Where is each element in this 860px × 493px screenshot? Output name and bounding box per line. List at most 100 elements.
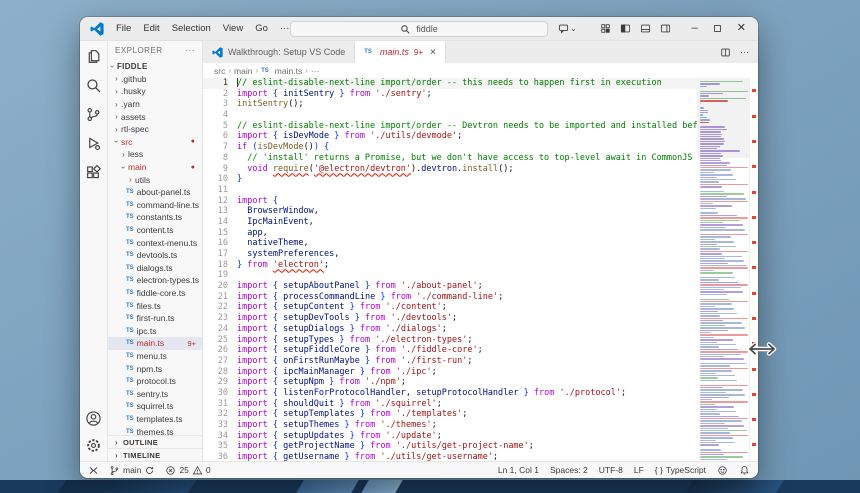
- tree-item[interactable]: ›less: [108, 148, 202, 161]
- breadcrumb-item[interactable]: ···: [311, 66, 320, 76]
- eol-status[interactable]: LF: [634, 465, 644, 475]
- menu-selection[interactable]: Selection: [166, 21, 217, 36]
- minimap-line: [700, 351, 748, 352]
- menu-edit[interactable]: Edit: [137, 21, 165, 36]
- tree-item[interactable]: TSdialogs.ts: [108, 262, 202, 275]
- outline-section[interactable]: › OUTLINE: [108, 435, 202, 448]
- tree-item-label: electron-types.ts: [137, 275, 199, 285]
- chevron-icon: ›: [112, 112, 121, 121]
- close-button[interactable]: ✕: [737, 23, 746, 34]
- tree-item[interactable]: TSelectron-types.ts: [108, 274, 202, 287]
- tree-item[interactable]: TScontext-menu.ts: [108, 236, 202, 249]
- warning-icon: [192, 465, 203, 476]
- language-mode[interactable]: { } TypeScript: [655, 465, 706, 475]
- notifications-bell-icon[interactable]: [739, 465, 750, 476]
- breadcrumb[interactable]: src›main›TSmain.ts›···: [203, 63, 758, 78]
- menu-go[interactable]: Go: [249, 21, 274, 36]
- settings-gear-icon[interactable]: [85, 437, 102, 454]
- minimap-line: [700, 265, 747, 266]
- tree-item[interactable]: TSconstants.ts: [108, 211, 202, 224]
- tree-item[interactable]: TSfirst-run.ts: [108, 312, 202, 325]
- tree-item[interactable]: TScommand-line.ts: [108, 199, 202, 212]
- minimap-line: [700, 294, 727, 295]
- tree-item[interactable]: ›main●: [108, 161, 202, 174]
- code-line: import { initSentry } from './sentry';: [237, 89, 697, 100]
- breadcrumb-item[interactable]: main.ts: [275, 66, 302, 76]
- minimap-line: [700, 449, 721, 450]
- minimap-line: [700, 306, 715, 307]
- accounts-icon[interactable]: [85, 410, 102, 427]
- minimap-slider[interactable]: [697, 78, 749, 158]
- close-tab-icon[interactable]: ×: [430, 47, 436, 58]
- tree-item[interactable]: ›rtl-spec: [108, 123, 202, 136]
- maximize-button[interactable]: [712, 23, 723, 34]
- breadcrumb-item[interactable]: main: [234, 66, 252, 76]
- toggle-primary-sidebar-icon[interactable]: [620, 23, 631, 34]
- extensions-icon[interactable]: [85, 164, 102, 181]
- tree-item[interactable]: TSsentry.ts: [108, 387, 202, 400]
- menu-file[interactable]: File: [110, 21, 137, 36]
- timeline-section[interactable]: › TIMELINE: [108, 448, 202, 461]
- tree-item[interactable]: TSmain.ts9+: [108, 337, 202, 350]
- tree-item[interactable]: TSdevtools.ts: [108, 249, 202, 262]
- run-and-debug-icon[interactable]: [85, 135, 102, 152]
- editor-tab[interactable]: TSmain.ts9+×: [355, 41, 446, 63]
- indentation-status[interactable]: Spaces: 2: [550, 465, 588, 475]
- tree-item[interactable]: ›utils: [108, 173, 202, 186]
- editor-more-actions[interactable]: ···: [740, 47, 749, 57]
- tree-item[interactable]: TSprotocol.ts: [108, 375, 202, 388]
- line-number: 6: [203, 131, 228, 142]
- tree-item[interactable]: TSsquirrel.ts: [108, 400, 202, 413]
- line-number: 31: [203, 399, 228, 410]
- typescript-file-icon: TS: [126, 340, 134, 346]
- cursor-position[interactable]: Ln 1, Col 1: [498, 465, 539, 475]
- explorer-icon[interactable]: [85, 48, 102, 65]
- tree-item[interactable]: ›.yarn: [108, 98, 202, 111]
- minimap-line: [700, 452, 748, 453]
- toggle-panel-icon[interactable]: [640, 23, 651, 34]
- tree-item[interactable]: TSthemes.ts: [108, 425, 202, 435]
- tree-item[interactable]: TSnpm.ts: [108, 362, 202, 375]
- code-line: initSentry();: [237, 99, 697, 110]
- toggle-secondary-sidebar-icon[interactable]: [660, 23, 671, 34]
- customize-layout-icon[interactable]: [600, 23, 611, 34]
- breadcrumb-item[interactable]: src: [214, 66, 225, 76]
- command-center-search[interactable]: fiddle: [290, 21, 548, 37]
- tree-item[interactable]: TSfiddle-core.ts: [108, 287, 202, 300]
- tree-item[interactable]: TScontent.ts: [108, 224, 202, 237]
- minimap-line: [700, 311, 718, 312]
- git-branch-status[interactable]: main: [109, 465, 155, 476]
- tree-item[interactable]: TSfiles.ts: [108, 299, 202, 312]
- split-editor-icon[interactable]: [720, 47, 731, 58]
- remote-indicator[interactable]: [88, 465, 99, 476]
- menu-view[interactable]: View: [217, 21, 249, 36]
- editor-tab[interactable]: Walkthrough: Setup VS Code: [203, 41, 355, 63]
- line-number: 12: [203, 196, 228, 207]
- tree-root-fiddle[interactable]: › FIDDLE: [108, 60, 202, 73]
- tree-item[interactable]: TSabout-panel.ts: [108, 186, 202, 199]
- tree-item-label: about-panel.ts: [137, 187, 191, 197]
- chevron-icon: ›: [112, 100, 121, 109]
- explorer-more-actions[interactable]: ···: [186, 46, 196, 55]
- tree-item[interactable]: TStemplates.ts: [108, 413, 202, 426]
- sync-icon: [144, 465, 155, 476]
- feedback-smiley-icon[interactable]: [717, 465, 728, 476]
- typescript-file-icon: TS: [126, 416, 134, 422]
- code-editor[interactable]: 1234567891011121314151617181920212223242…: [203, 78, 758, 461]
- minimap-line: [700, 260, 744, 261]
- tree-item[interactable]: TSmenu.ts: [108, 350, 202, 363]
- tree-item[interactable]: ›src●: [108, 136, 202, 149]
- typescript-file-icon: TS: [126, 214, 134, 220]
- chevron-icon: ›: [112, 87, 121, 96]
- problems-status[interactable]: 25 0: [165, 465, 210, 476]
- search-view-icon[interactable]: [85, 77, 102, 94]
- tree-item[interactable]: ›.github: [108, 73, 202, 86]
- tree-item[interactable]: TSipc.ts: [108, 324, 202, 337]
- tree-item[interactable]: ›assets: [108, 110, 202, 123]
- encoding-status[interactable]: UTF-8: [599, 465, 623, 475]
- tree-item[interactable]: ›.husky: [108, 85, 202, 98]
- chat-button[interactable]: ⌄: [558, 23, 577, 34]
- minimap[interactable]: [697, 78, 749, 461]
- source-control-icon[interactable]: [85, 106, 102, 123]
- minimize-button[interactable]: –: [692, 23, 698, 34]
